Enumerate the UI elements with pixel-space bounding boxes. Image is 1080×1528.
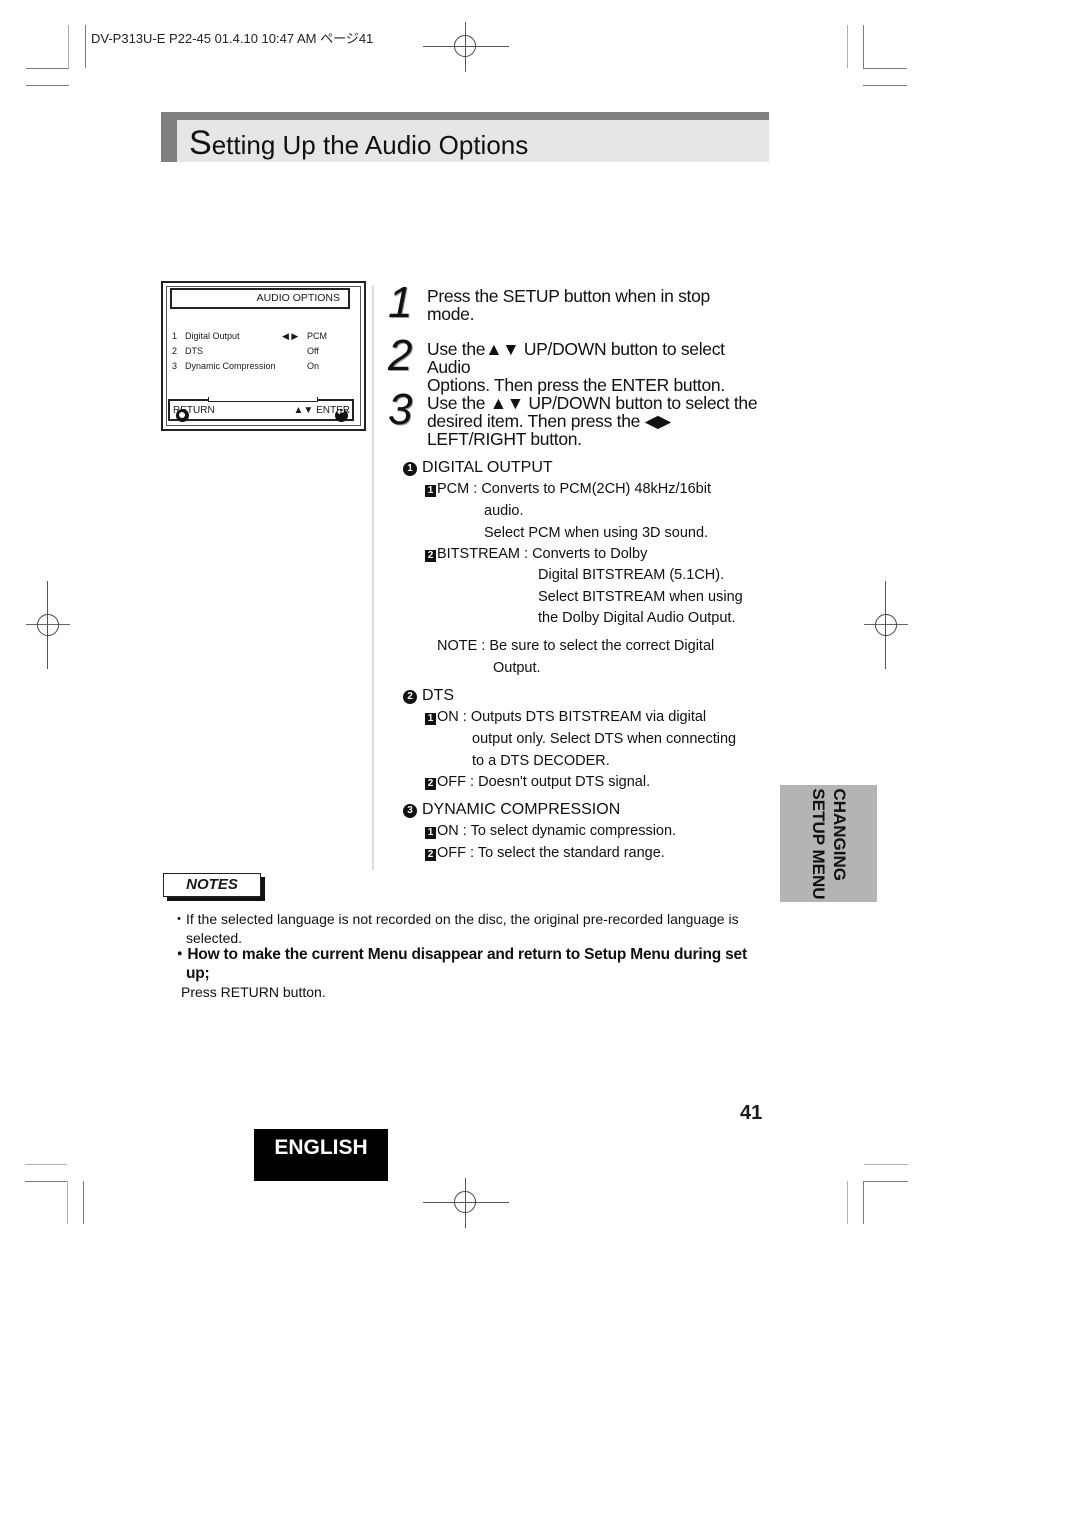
square-number-icon: 1 bbox=[425, 713, 436, 725]
option-bitstream-cont: Digital BITSTREAM (5.1CH). Select BITSTRE… bbox=[538, 567, 743, 626]
crop-mark bbox=[25, 1181, 67, 1182]
registration-mark-top bbox=[423, 22, 509, 72]
square-number-icon: 2 bbox=[425, 849, 436, 861]
note-item: ・How to make the current Menu disappear … bbox=[172, 946, 747, 963]
section-dts-heading: 2 DTS bbox=[403, 687, 454, 705]
notes-label: NOTES bbox=[163, 873, 261, 897]
option-pcm-cont: audio. Select PCM when using 3D sound. bbox=[484, 503, 709, 541]
circled-number-icon: 2 bbox=[403, 690, 417, 704]
square-number-icon: 2 bbox=[425, 550, 436, 562]
enter-icon bbox=[335, 407, 348, 422]
step-number: 1 bbox=[388, 278, 413, 327]
crop-mark bbox=[26, 68, 69, 69]
crop-mark bbox=[847, 1181, 848, 1224]
crop-mark bbox=[863, 85, 907, 86]
registration-mark-right bbox=[864, 581, 908, 669]
step-number: 2 bbox=[388, 331, 413, 380]
column-divider bbox=[372, 285, 374, 870]
crop-mark bbox=[68, 25, 69, 68]
side-tab-line1: CHANGING bbox=[829, 787, 849, 881]
section-digital-output-heading: 1 DIGITAL OUTPUT bbox=[403, 459, 553, 477]
option-compression-on: 1 ON : To select dynamic compression. bbox=[425, 821, 676, 843]
chapter-side-tab: CHANGING SETUP MENU bbox=[780, 785, 877, 902]
option-dts-on-cont: output only. Select DTS when connecting t… bbox=[472, 731, 737, 769]
crop-mark bbox=[863, 25, 864, 68]
page-number: 41 bbox=[740, 1102, 763, 1124]
option-dts-on: 1 ON : Outputs DTS BITSTREAM via digital bbox=[425, 707, 706, 729]
osd-footer: RETURN ▲▼ ENTER bbox=[168, 399, 354, 422]
note-item-instruction: Press RETURN button. bbox=[181, 984, 326, 1000]
up-down-arrows-icon: ▲▼ bbox=[293, 405, 314, 416]
circled-number-icon: 3 bbox=[403, 804, 417, 818]
option-pcm: 1 PCM : Converts to PCM(2CH) 48kHz/16bit bbox=[425, 479, 711, 501]
print-slug: DV-P313U-E P22-45 01.4.10 10:47 AM ページ41 bbox=[91, 31, 374, 46]
option-compression-off: 2 OFF : To select the standard range. bbox=[425, 843, 665, 865]
option-dts-off: 2 OFF : Doesn't output DTS signal. bbox=[425, 772, 650, 794]
side-tab-line2: SETUP MENU bbox=[808, 787, 828, 900]
square-number-icon: 2 bbox=[425, 778, 436, 790]
option-bitstream: 2 BITSTREAM : Converts to Dolby bbox=[425, 544, 647, 566]
square-number-icon: 1 bbox=[425, 485, 436, 497]
note-digital-output: NOTE : Be sure to select the correct Dig… bbox=[437, 638, 715, 654]
audio-options-osd: AUDIO OPTIONS 1 Digital Output ◀ ▶ PCM 2 DTS… bbox=[161, 281, 366, 431]
crop-mark bbox=[863, 1181, 864, 1224]
registration-mark-bottom bbox=[423, 1178, 509, 1228]
return-icon bbox=[176, 409, 189, 422]
crop-mark bbox=[847, 25, 848, 68]
crop-mark bbox=[864, 1181, 908, 1182]
page-title: Setting Up the Audio Options bbox=[189, 124, 529, 162]
square-number-icon: 1 bbox=[425, 827, 436, 839]
crop-mark bbox=[863, 68, 907, 69]
note-item-cont: selected. bbox=[186, 930, 243, 946]
crop-mark bbox=[83, 1181, 84, 1224]
section-dynamic-compression-heading: 3 DYNAMIC COMPRESSION bbox=[403, 801, 620, 819]
page-title-band: Setting Up the Audio Options bbox=[161, 112, 769, 162]
crop-mark bbox=[67, 1181, 68, 1224]
crop-mark bbox=[85, 25, 86, 68]
registration-mark-left bbox=[26, 581, 70, 669]
crop-mark bbox=[864, 1164, 908, 1165]
note-digital-output-cont: Output. bbox=[493, 660, 541, 676]
crop-mark bbox=[26, 85, 69, 86]
note-item: ・If the selected language is not recorde… bbox=[172, 911, 739, 927]
step-number: 3 bbox=[388, 385, 413, 434]
osd-header: AUDIO OPTIONS bbox=[170, 288, 350, 309]
note-item-cont: up; bbox=[186, 965, 210, 982]
circled-number-icon: 1 bbox=[403, 462, 417, 476]
crop-mark bbox=[25, 1164, 67, 1165]
language-tab: ENGLISH bbox=[254, 1129, 388, 1181]
left-right-arrows-icon: ◀ ▶ bbox=[282, 331, 299, 341]
